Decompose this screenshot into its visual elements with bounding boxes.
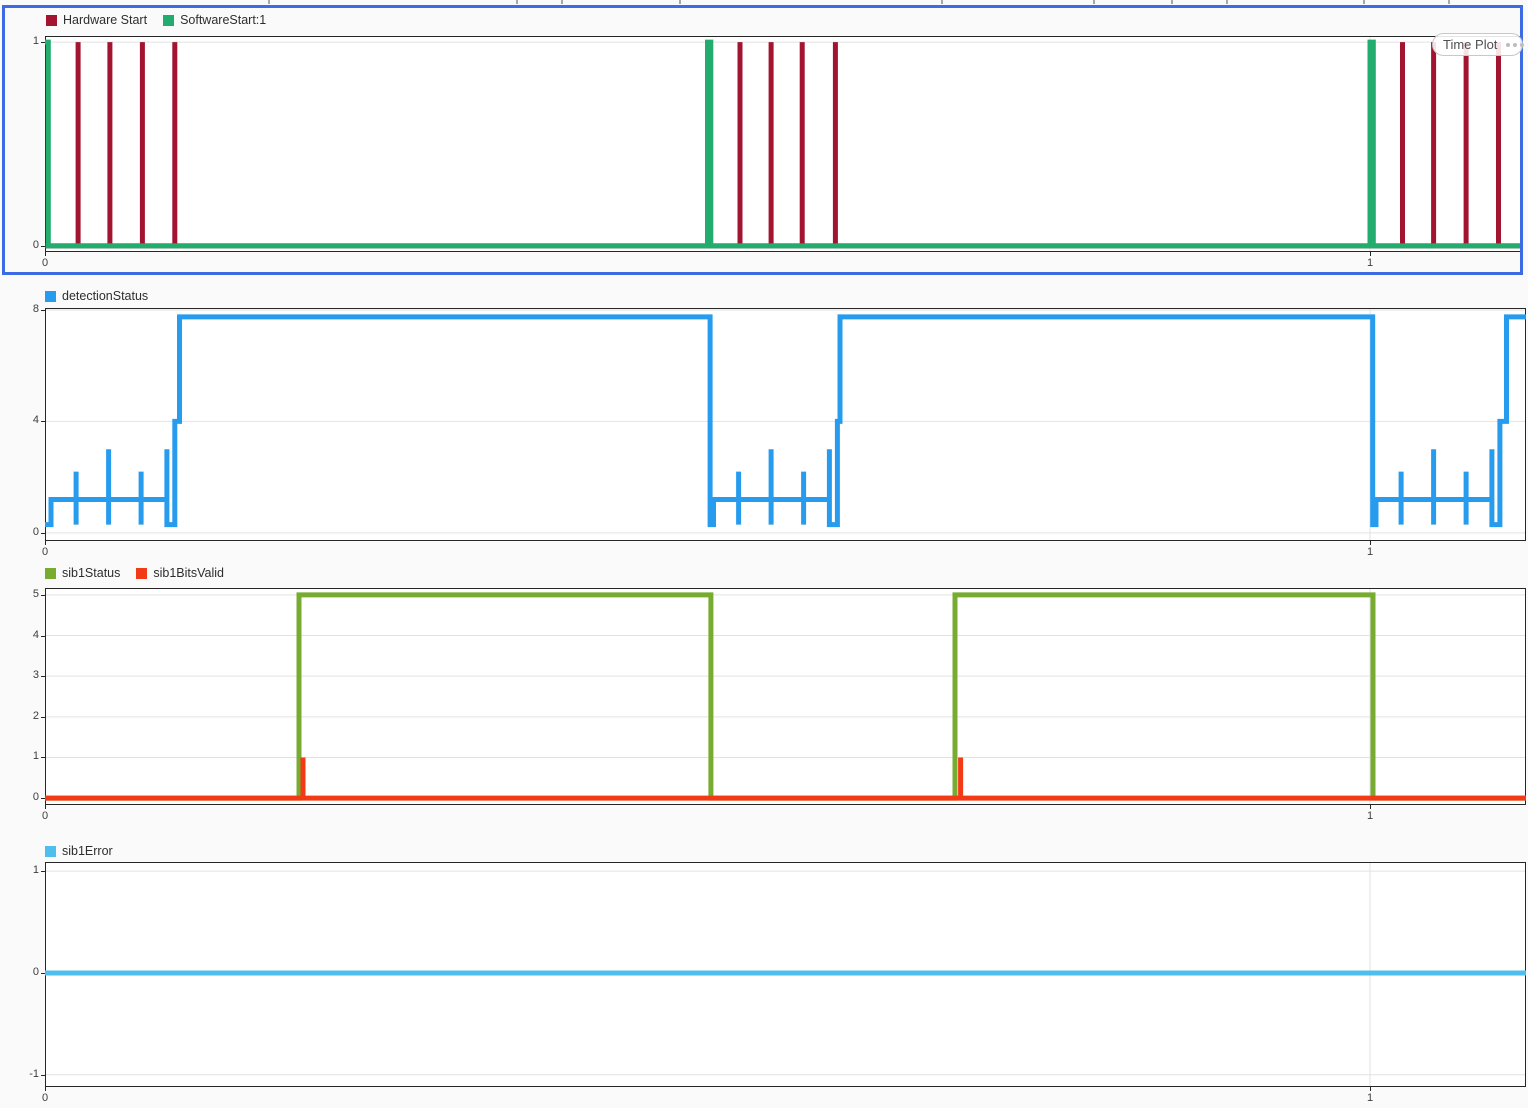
time-plot-badge-label: Time Plot [1443,37,1498,52]
ruler-tick [679,0,681,4]
y-tick-mark [41,421,45,423]
ruler-tick [268,0,270,4]
legend-label: SoftwareStart:1 [180,13,267,27]
legend-swatch-icon [45,568,56,579]
x-tick-label: 1 [1366,546,1374,558]
plot-area-sib1-error[interactable] [45,862,1526,1087]
legend-item[interactable]: sib1Status [45,566,120,581]
y-tick-mark [41,309,45,311]
ruler-tick [1093,0,1095,4]
x-tick-mark [1370,1087,1371,1091]
legend-item[interactable]: Hardware Start [46,13,147,28]
y-tick-label: 1 [32,864,39,877]
legend-hardware-software-start: Hardware Start SoftwareStart:1 [46,13,282,28]
legend-sib1-error: sib1Error [45,844,129,859]
y-tick-mark [41,676,45,678]
plot-area-hardware-software-start[interactable] [45,36,1522,252]
y-tick-mark [41,716,45,718]
legend-label: sib1Status [62,566,121,580]
x-tick-label: 0 [41,257,49,269]
y-tick-mark [41,42,45,44]
ruler-tick [1171,0,1173,4]
legend-label: Hardware Start [63,13,148,27]
x-tick-mark [1370,252,1371,256]
y-tick-mark [41,635,45,637]
x-tick-mark [45,805,46,809]
y-tick-label: 0 [32,525,39,538]
legend-sib1-status-bitsvalid: sib1Status sib1BitsValid [45,566,240,581]
y-tick-label: 4 [32,628,39,641]
x-tick-label: 0 [41,1092,49,1104]
ruler-tick [561,0,563,4]
x-tick-mark [45,541,46,545]
x-tick-label: 1 [1366,1092,1374,1104]
x-tick-mark [45,1087,46,1091]
time-plot-badge[interactable]: Time Plot [1432,33,1525,56]
y-tick-mark [41,594,45,596]
x-tick-label: 1 [1366,257,1374,269]
y-tick-mark [41,757,45,759]
y-tick-mark [41,871,45,873]
legend-swatch-icon [45,846,56,857]
legend-label: detectionStatus [62,289,149,303]
plot-area-detection-status[interactable] [45,308,1526,541]
y-tick-label: 4 [32,414,39,427]
ruler-tick [941,0,943,4]
legend-detection-status: detectionStatus [45,289,164,304]
y-tick-label: -1 [29,1067,39,1080]
y-tick-mark [41,1074,45,1076]
x-tick-label: 1 [1366,810,1374,822]
legend-label: sib1BitsValid [153,566,225,580]
y-tick-mark [41,245,45,247]
y-tick-mark [41,972,45,974]
dot-icon [1506,42,1511,47]
ruler-tick [1363,0,1365,4]
legend-item[interactable]: detectionStatus [45,289,148,304]
ruler-tick [1448,0,1450,4]
ruler-tick [516,0,518,4]
badge-menu-dots-icon[interactable] [1503,42,1525,47]
dot-icon [1513,42,1518,47]
plot-area-sib1-status-bitsvalid[interactable] [45,588,1526,805]
legend-swatch-icon [45,291,56,302]
legend-item[interactable]: SoftwareStart:1 [163,13,266,28]
legend-label: sib1Error [62,844,113,858]
plot-background [45,588,1526,805]
y-tick-label: 0 [32,791,39,804]
x-tick-mark [1370,805,1371,809]
y-tick-mark [41,532,45,534]
x-tick-label: 0 [41,546,49,558]
y-tick-label: 1 [32,35,39,48]
y-tick-label: 5 [32,587,39,600]
legend-item[interactable]: sib1Error [45,844,113,859]
x-tick-mark [1370,541,1371,545]
legend-swatch-icon [136,568,148,579]
legend-swatch-icon [163,15,175,26]
y-tick-label: 0 [32,965,39,978]
ruler-tick [1226,0,1228,4]
y-tick-label: 0 [32,238,39,251]
x-tick-label: 0 [41,810,49,822]
plot-background [45,308,1526,541]
dot-icon [1520,42,1525,47]
x-tick-mark [45,252,46,256]
plot-background [45,36,1522,252]
legend-item[interactable]: sib1BitsValid [136,566,224,581]
y-tick-label: 3 [32,669,39,682]
y-tick-label: 8 [32,302,39,315]
y-tick-label: 1 [32,750,39,763]
legend-swatch-icon [46,15,57,26]
y-tick-mark [41,798,45,800]
y-tick-label: 2 [32,709,39,722]
time-plot-workspace: Hardware Start SoftwareStart:1 1 0 0 1 detecti… [0,0,1528,1108]
